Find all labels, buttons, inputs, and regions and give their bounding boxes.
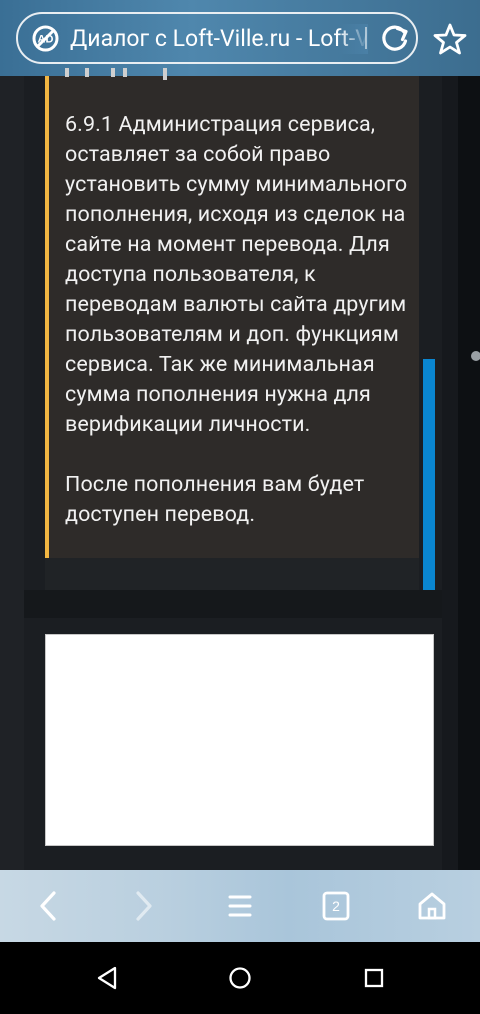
triangle-back-icon [97,966,117,990]
home-button[interactable] [392,870,472,942]
edge-handle[interactable] [471,351,480,361]
circle-home-icon [229,967,251,989]
chevron-left-icon [40,891,56,921]
page-right-margin [458,76,480,870]
scrollbar-thumb[interactable] [423,359,435,590]
browser-top-bar: AD Диалог с Loft-Ville.ru - Loft-Ville [0,0,480,76]
no-ads-icon[interactable]: AD [32,25,59,52]
address-bar[interactable]: AD Диалог с Loft-Ville.ru - Loft-Ville [16,12,418,64]
message-text: 6.9.1 Администрация сервиса, оставляет з… [65,112,408,527]
back-button[interactable] [8,870,88,942]
menu-icon [228,895,252,917]
star-icon[interactable] [433,22,467,56]
page-title[interactable]: Диалог с Loft-Ville.ru - Loft-Ville [70,24,368,54]
system-home-button[interactable] [190,942,290,1014]
menu-button[interactable] [200,870,280,942]
tabs-icon: 2 [322,891,350,921]
page-left-margin [0,76,24,870]
home-icon [418,892,446,920]
chevron-right-icon [136,891,152,921]
reload-icon[interactable] [379,23,411,55]
system-navigation-bar [0,942,480,1014]
address-separator [365,27,367,49]
scroll-track [442,76,458,870]
cut-off-text-line [65,68,167,80]
system-recents-button[interactable] [324,942,424,1014]
message-input-area[interactable] [45,634,434,846]
system-back-button[interactable] [57,942,157,1014]
message-accent-bar [45,76,49,558]
browser-toolbar: 2 [0,870,480,942]
chat-panel-bottom [24,590,442,618]
forward-button[interactable] [104,870,184,942]
tabs-button[interactable]: 2 [296,870,376,942]
message-footer [45,558,419,590]
square-recents-icon [364,968,384,988]
web-page[interactable]: 6.9.1 Администрация сервиса, оставляет з… [0,68,480,870]
tabs-count: 2 [332,898,340,914]
